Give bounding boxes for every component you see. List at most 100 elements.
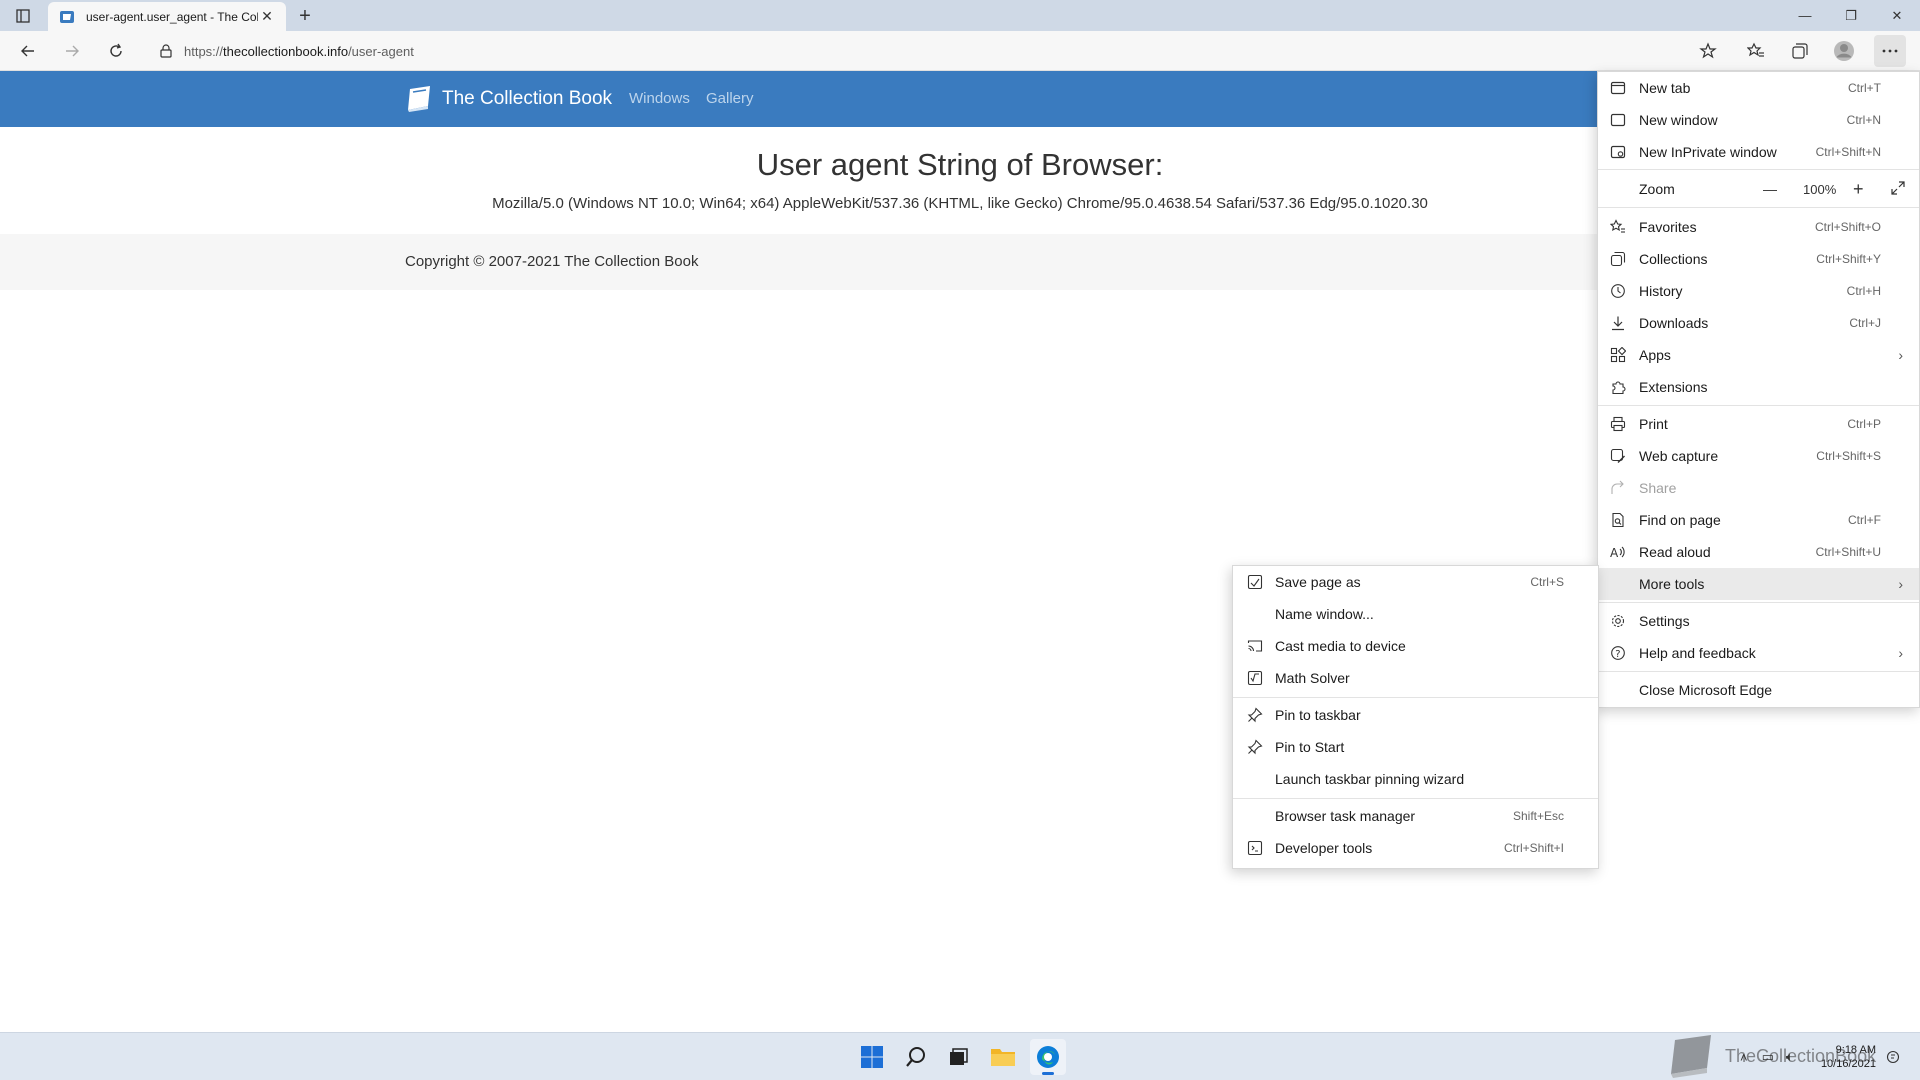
new-window-icon [1608,110,1628,130]
submenu-item-name-window[interactable]: Name window... [1233,598,1598,630]
svg-text:A: A [1610,546,1619,560]
site-brand-text: The Collection Book [442,88,613,109]
file-explorer-button[interactable] [985,1039,1021,1075]
inprivate-icon [1608,142,1628,162]
submenu-item-developer-tools[interactable]: Developer tools Ctrl+Shift+I [1233,832,1598,864]
address-bar[interactable]: https://thecollectionbook.info/user-agen… [146,35,1714,67]
menu-item-history[interactable]: History Ctrl+H [1598,275,1919,307]
folder-icon [991,1049,1015,1066]
new-tab-icon [1608,78,1628,98]
developer-tools-icon [1245,838,1265,858]
book-watermark-icon [1671,1035,1711,1078]
menu-item-new-window[interactable]: New window Ctrl+N [1598,104,1919,136]
minimize-button[interactable]: — [1782,0,1828,31]
collections-button[interactable] [1784,35,1816,67]
submenu-item-save-page-as[interactable]: Save page as Ctrl+S [1233,566,1598,598]
start-button[interactable] [854,1039,890,1075]
forward-arrow-icon [66,45,79,57]
settings-and-more-menu: New tab Ctrl+T New window Ctrl+N New InP… [1597,71,1920,708]
edge-taskbar-button[interactable] [1030,1039,1066,1075]
zoom-in-button[interactable]: + [1853,179,1864,200]
extensions-icon [1608,377,1628,397]
settings-and-more-button[interactable] [1874,35,1906,67]
chevron-right-icon: › [1898,645,1903,661]
submenu-item-cast-media[interactable]: Cast media to device [1233,630,1598,662]
site-favicon-icon [58,8,76,26]
menu-item-more-tools[interactable]: More tools › [1598,568,1919,600]
read-aloud-icon: A [1608,542,1628,562]
menu-item-downloads[interactable]: Downloads Ctrl+J [1598,307,1919,339]
menu-separator [1598,602,1919,603]
back-button[interactable] [12,35,44,67]
menu-item-collections[interactable]: Collections Ctrl+Shift+Y [1598,243,1919,275]
submenu-item-math-solver[interactable]: Math Solver [1233,662,1598,694]
more-tools-submenu: Save page as Ctrl+S Name window... Cast … [1232,565,1599,869]
web-capture-icon [1608,446,1628,466]
favorites-button[interactable] [1740,35,1772,67]
maximize-button[interactable]: ❐ [1828,0,1874,31]
add-favorite-button[interactable] [1692,35,1724,67]
menu-item-close-edge[interactable]: Close Microsoft Edge [1598,674,1919,706]
book-logo-icon [408,86,430,112]
submenu-item-pinning-wizard[interactable]: Launch taskbar pinning wizard [1233,763,1598,795]
tab-bar: user-agent.user_agent - The Coll ✕ + — ❐… [0,0,1920,31]
refresh-button[interactable] [100,35,132,67]
menu-item-read-aloud[interactable]: A Read aloud Ctrl+Shift+U [1598,536,1919,568]
submenu-item-pin-to-start[interactable]: Pin to Start [1233,731,1598,763]
menu-item-find-on-page[interactable]: Find on page Ctrl+F [1598,504,1919,536]
share-icon [1608,478,1628,498]
pin-icon [1245,705,1265,725]
menu-item-settings[interactable]: Settings [1598,605,1919,637]
cast-icon [1245,636,1265,656]
profile-button[interactable] [1828,35,1860,67]
avatar-icon [1834,41,1854,61]
fullscreen-button[interactable] [1890,180,1906,199]
menu-item-apps[interactable]: Apps › [1598,339,1919,371]
url-text: https://thecollectionbook.info/user-agen… [184,43,414,59]
submenu-item-browser-task-manager[interactable]: Browser task manager Shift+Esc [1233,800,1598,832]
menu-item-zoom: Zoom — 100% + [1598,172,1919,206]
windows-taskbar: ˄ ▭ 🔈︎ 9:18 AM 10/16/2021 [0,1032,1920,1080]
submenu-item-pin-to-taskbar[interactable]: Pin to taskbar [1233,699,1598,731]
notifications-button[interactable] [1886,1033,1900,1080]
nav-link-windows[interactable]: Windows [629,90,690,107]
print-icon [1608,414,1628,434]
copyright-text: Copyright © 2007-2021 The Collection Boo… [405,253,699,270]
collections-icon [1792,43,1808,59]
svg-text:?: ? [1615,649,1620,660]
menu-item-share: Share [1598,472,1919,504]
menu-item-print[interactable]: Print Ctrl+P [1598,408,1919,440]
history-icon [1608,281,1628,301]
math-solver-icon [1245,668,1265,688]
pin-icon [1245,737,1265,757]
collections-icon [1608,249,1628,269]
zoom-level: 100% [1803,181,1837,197]
menu-item-favorites[interactable]: Favorites Ctrl+Shift+O [1598,211,1919,243]
menu-separator [1598,207,1919,208]
forward-button[interactable] [56,35,88,67]
menu-separator [1233,697,1598,698]
download-icon [1608,313,1628,333]
gear-icon [1608,611,1628,631]
menu-separator [1598,671,1919,672]
new-tab-button[interactable]: + [292,3,318,29]
active-tab[interactable]: user-agent.user_agent - The Coll ✕ [48,2,286,31]
star-add-icon [1699,42,1717,59]
tab-actions-button[interactable] [0,0,46,31]
menu-item-help-and-feedback[interactable]: ? Help and feedback › [1598,637,1919,669]
menu-separator [1598,169,1919,170]
tab-close-icon[interactable]: ✕ [258,8,276,25]
menu-item-new-inprivate-window[interactable]: New InPrivate window Ctrl+Shift+N [1598,136,1919,168]
task-view-button[interactable] [940,1039,976,1075]
close-window-button[interactable]: ✕ [1874,0,1920,31]
menu-item-extensions[interactable]: Extensions [1598,371,1919,403]
zoom-out-button[interactable]: — [1763,181,1777,197]
lock-icon [160,44,172,58]
search-button[interactable] [898,1039,934,1075]
menu-item-web-capture[interactable]: Web capture Ctrl+Shift+S [1598,440,1919,472]
menu-item-new-tab[interactable]: New tab Ctrl+T [1598,72,1919,104]
nav-link-gallery[interactable]: Gallery [706,90,754,107]
site-brand-link[interactable]: The Collection Book [404,85,612,113]
notification-icon [1886,1050,1900,1064]
task-view-icon [950,1048,968,1065]
